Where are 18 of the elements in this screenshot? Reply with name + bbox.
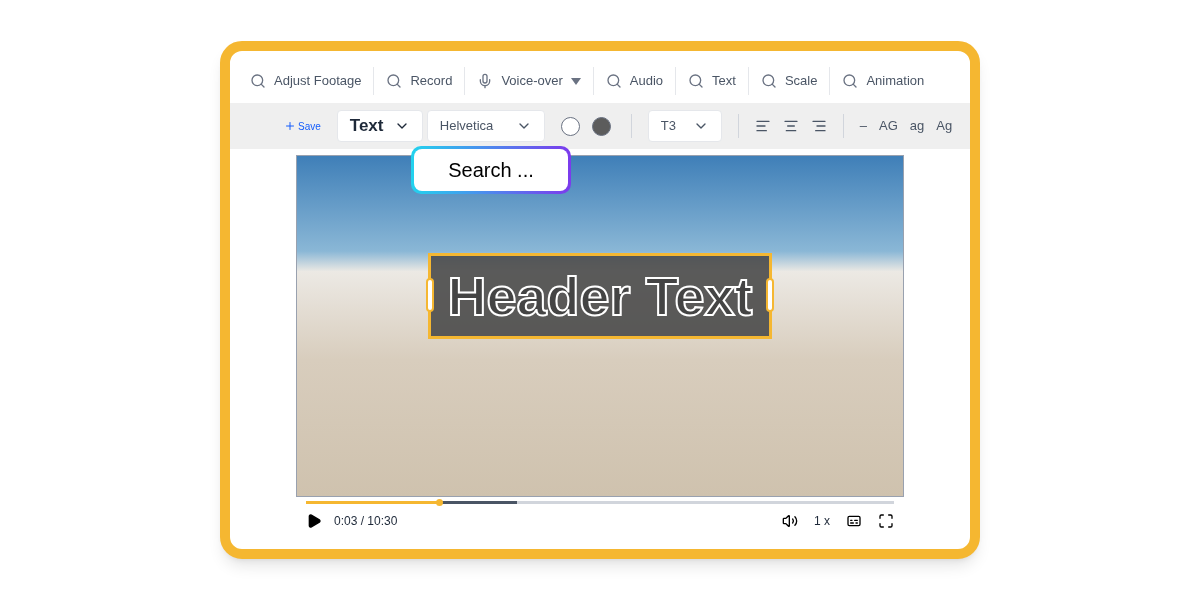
toolbar-button[interactable]: Adjust Footage	[238, 71, 374, 91]
text-case-option[interactable]: ag	[909, 116, 925, 136]
toolbar-button[interactable]: Record	[374, 71, 465, 91]
text-case-option[interactable]: –	[859, 116, 868, 136]
style-select[interactable]: Text	[336, 110, 423, 142]
size-select[interactable]: T3	[647, 110, 722, 142]
text-case-option[interactable]: AG	[879, 116, 898, 136]
time-display: 0:03 / 10:30	[334, 513, 398, 530]
toolbar-button[interactable]: Text	[676, 71, 748, 91]
text-case-option[interactable]: Ag	[936, 116, 953, 136]
toolbar-button[interactable]: Scale	[748, 71, 830, 91]
toolbar-button[interactable]: Audio	[593, 71, 676, 91]
speed-control[interactable]: 1 x	[814, 512, 830, 530]
toolbar-button[interactable]: Animation	[830, 71, 937, 91]
save-button[interactable]: Save	[284, 118, 321, 134]
font-select[interactable]: Helvetica	[426, 110, 545, 142]
header-text: Header Text	[447, 265, 753, 328]
toolbar-button[interactable]: Voice-over	[465, 71, 593, 91]
